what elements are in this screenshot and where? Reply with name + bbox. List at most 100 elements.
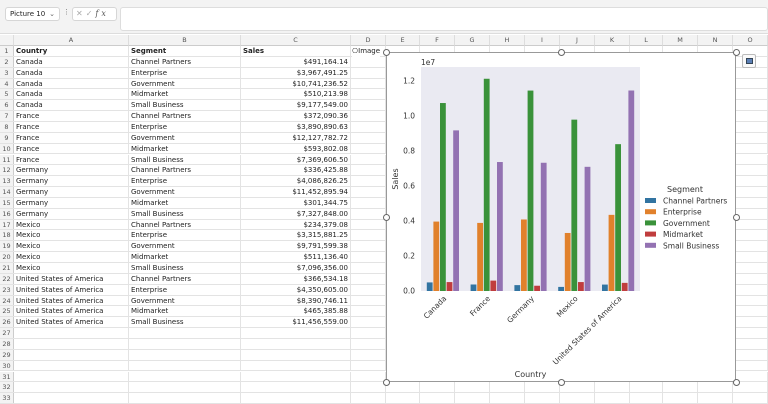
cell-L32[interactable] bbox=[630, 382, 663, 393]
cell-D21[interactable] bbox=[351, 263, 386, 273]
cell-D7[interactable] bbox=[351, 111, 386, 121]
more-icon[interactable]: ⋮ bbox=[63, 8, 70, 16]
cell-C14[interactable]: $11,452,895.94 bbox=[241, 187, 351, 197]
cell-D25[interactable] bbox=[351, 306, 386, 317]
cell-D33[interactable] bbox=[351, 393, 386, 404]
cell-D17[interactable] bbox=[351, 219, 386, 230]
cell-D20[interactable] bbox=[351, 252, 386, 262]
cell-D4[interactable] bbox=[351, 78, 386, 89]
resize-handle[interactable] bbox=[382, 378, 390, 386]
cell-C19[interactable]: $9,791,599.38 bbox=[241, 241, 351, 252]
cell-B4[interactable]: Government bbox=[129, 78, 241, 89]
column-header-A[interactable]: A bbox=[14, 35, 129, 46]
cell-D23[interactable] bbox=[351, 284, 386, 295]
row-header[interactable]: 32 bbox=[0, 382, 14, 393]
row-header[interactable]: 11 bbox=[0, 154, 14, 165]
cell-C27[interactable] bbox=[241, 328, 351, 338]
row-header[interactable]: 29 bbox=[0, 349, 14, 360]
cell-C10[interactable]: $593,802.08 bbox=[241, 143, 351, 154]
cell-B16[interactable]: Small Business bbox=[129, 208, 241, 219]
cell-B9[interactable]: Government bbox=[129, 132, 241, 143]
cell-G33[interactable] bbox=[455, 393, 490, 404]
row-header[interactable]: 28 bbox=[0, 338, 14, 349]
cell-O11[interactable] bbox=[733, 154, 768, 165]
cell-B29[interactable] bbox=[129, 349, 241, 360]
cell-A28[interactable] bbox=[14, 338, 129, 349]
enter-icon[interactable]: ✓ bbox=[86, 9, 96, 18]
cell-B8[interactable]: Enterprise bbox=[129, 121, 241, 132]
insert-function-button[interactable]: fx bbox=[95, 9, 108, 18]
cell-D22[interactable] bbox=[351, 273, 386, 284]
cell-A24[interactable]: United States of America bbox=[14, 295, 129, 306]
row-header[interactable]: 22 bbox=[0, 273, 14, 284]
cell-C17[interactable]: $234,379.08 bbox=[241, 219, 351, 230]
cell-O21[interactable] bbox=[733, 263, 768, 273]
cell-A26[interactable]: United States of America bbox=[14, 317, 129, 328]
cell-O27[interactable] bbox=[733, 328, 768, 338]
column-header-K[interactable]: K bbox=[595, 35, 630, 46]
column-header-O[interactable]: O bbox=[733, 35, 768, 46]
cell-O13[interactable] bbox=[733, 176, 768, 187]
resize-handle[interactable] bbox=[557, 378, 565, 386]
cell-D5[interactable] bbox=[351, 89, 386, 100]
row-header[interactable]: 4 bbox=[0, 78, 14, 89]
cell-D29[interactable] bbox=[351, 349, 386, 360]
column-header-F[interactable]: F bbox=[420, 35, 455, 46]
cell-O22[interactable] bbox=[733, 273, 768, 284]
cell-B24[interactable]: Government bbox=[129, 295, 241, 306]
cell-A18[interactable]: Mexico bbox=[14, 230, 129, 241]
cell-A9[interactable]: France bbox=[14, 132, 129, 143]
cell-J32[interactable] bbox=[560, 382, 595, 393]
cell-D30[interactable] bbox=[351, 360, 386, 371]
cell-O9[interactable] bbox=[733, 132, 768, 143]
cell-O3[interactable] bbox=[733, 67, 768, 78]
cell-K33[interactable] bbox=[595, 393, 630, 404]
cell-A27[interactable] bbox=[14, 328, 129, 338]
cell-D26[interactable] bbox=[351, 317, 386, 328]
row-header[interactable]: 15 bbox=[0, 197, 14, 208]
resize-handle[interactable] bbox=[732, 213, 740, 221]
cell-B33[interactable] bbox=[129, 393, 241, 404]
cell-O7[interactable] bbox=[733, 111, 768, 121]
cell-C12[interactable]: $336,425.88 bbox=[241, 165, 351, 176]
cell-C16[interactable]: $7,327,848.00 bbox=[241, 208, 351, 219]
cell-A25[interactable]: United States of America bbox=[14, 306, 129, 317]
cell-D15[interactable] bbox=[351, 197, 386, 208]
cell-C4[interactable]: $10,741,236.52 bbox=[241, 78, 351, 89]
cell-B23[interactable]: Enterprise bbox=[129, 284, 241, 295]
formula-input[interactable] bbox=[120, 7, 768, 31]
row-header[interactable]: 17 bbox=[0, 219, 14, 230]
row-header[interactable]: 24 bbox=[0, 295, 14, 306]
cell-A33[interactable] bbox=[14, 393, 129, 404]
cell-O19[interactable] bbox=[733, 241, 768, 252]
cell-A5[interactable]: Canada bbox=[14, 89, 129, 100]
cell-B25[interactable]: Midmarket bbox=[129, 306, 241, 317]
cell-A17[interactable]: Mexico bbox=[14, 219, 129, 230]
cell-O4[interactable] bbox=[733, 78, 768, 89]
resize-handle[interactable] bbox=[382, 48, 390, 56]
cell-C9[interactable]: $12,127,782.72 bbox=[241, 132, 351, 143]
column-header-M[interactable]: M bbox=[663, 35, 698, 46]
cell-A20[interactable]: Mexico bbox=[14, 252, 129, 262]
cell-C33[interactable] bbox=[241, 393, 351, 404]
cell-B17[interactable]: Channel Partners bbox=[129, 219, 241, 230]
column-header-B[interactable]: B bbox=[129, 35, 241, 46]
cell-B31[interactable] bbox=[129, 371, 241, 382]
row-header[interactable]: 16 bbox=[0, 208, 14, 219]
cell-D18[interactable] bbox=[351, 230, 386, 241]
row-header[interactable]: 1 bbox=[0, 46, 14, 56]
row-header[interactable]: 5 bbox=[0, 89, 14, 100]
cell-A30[interactable] bbox=[14, 360, 129, 371]
cell-A13[interactable]: Germany bbox=[14, 176, 129, 187]
cell-B11[interactable]: Small Business bbox=[129, 154, 241, 165]
cell-O28[interactable] bbox=[733, 338, 768, 349]
column-header-L[interactable]: L bbox=[630, 35, 663, 46]
cell-B32[interactable] bbox=[129, 382, 241, 393]
cell-B26[interactable]: Small Business bbox=[129, 317, 241, 328]
row-header[interactable]: 2 bbox=[0, 56, 14, 67]
cell-A4[interactable]: Canada bbox=[14, 78, 129, 89]
cell-C23[interactable]: $4,350,605.00 bbox=[241, 284, 351, 295]
cell-O12[interactable] bbox=[733, 165, 768, 176]
cell-D8[interactable] bbox=[351, 121, 386, 132]
cell-D16[interactable] bbox=[351, 208, 386, 219]
